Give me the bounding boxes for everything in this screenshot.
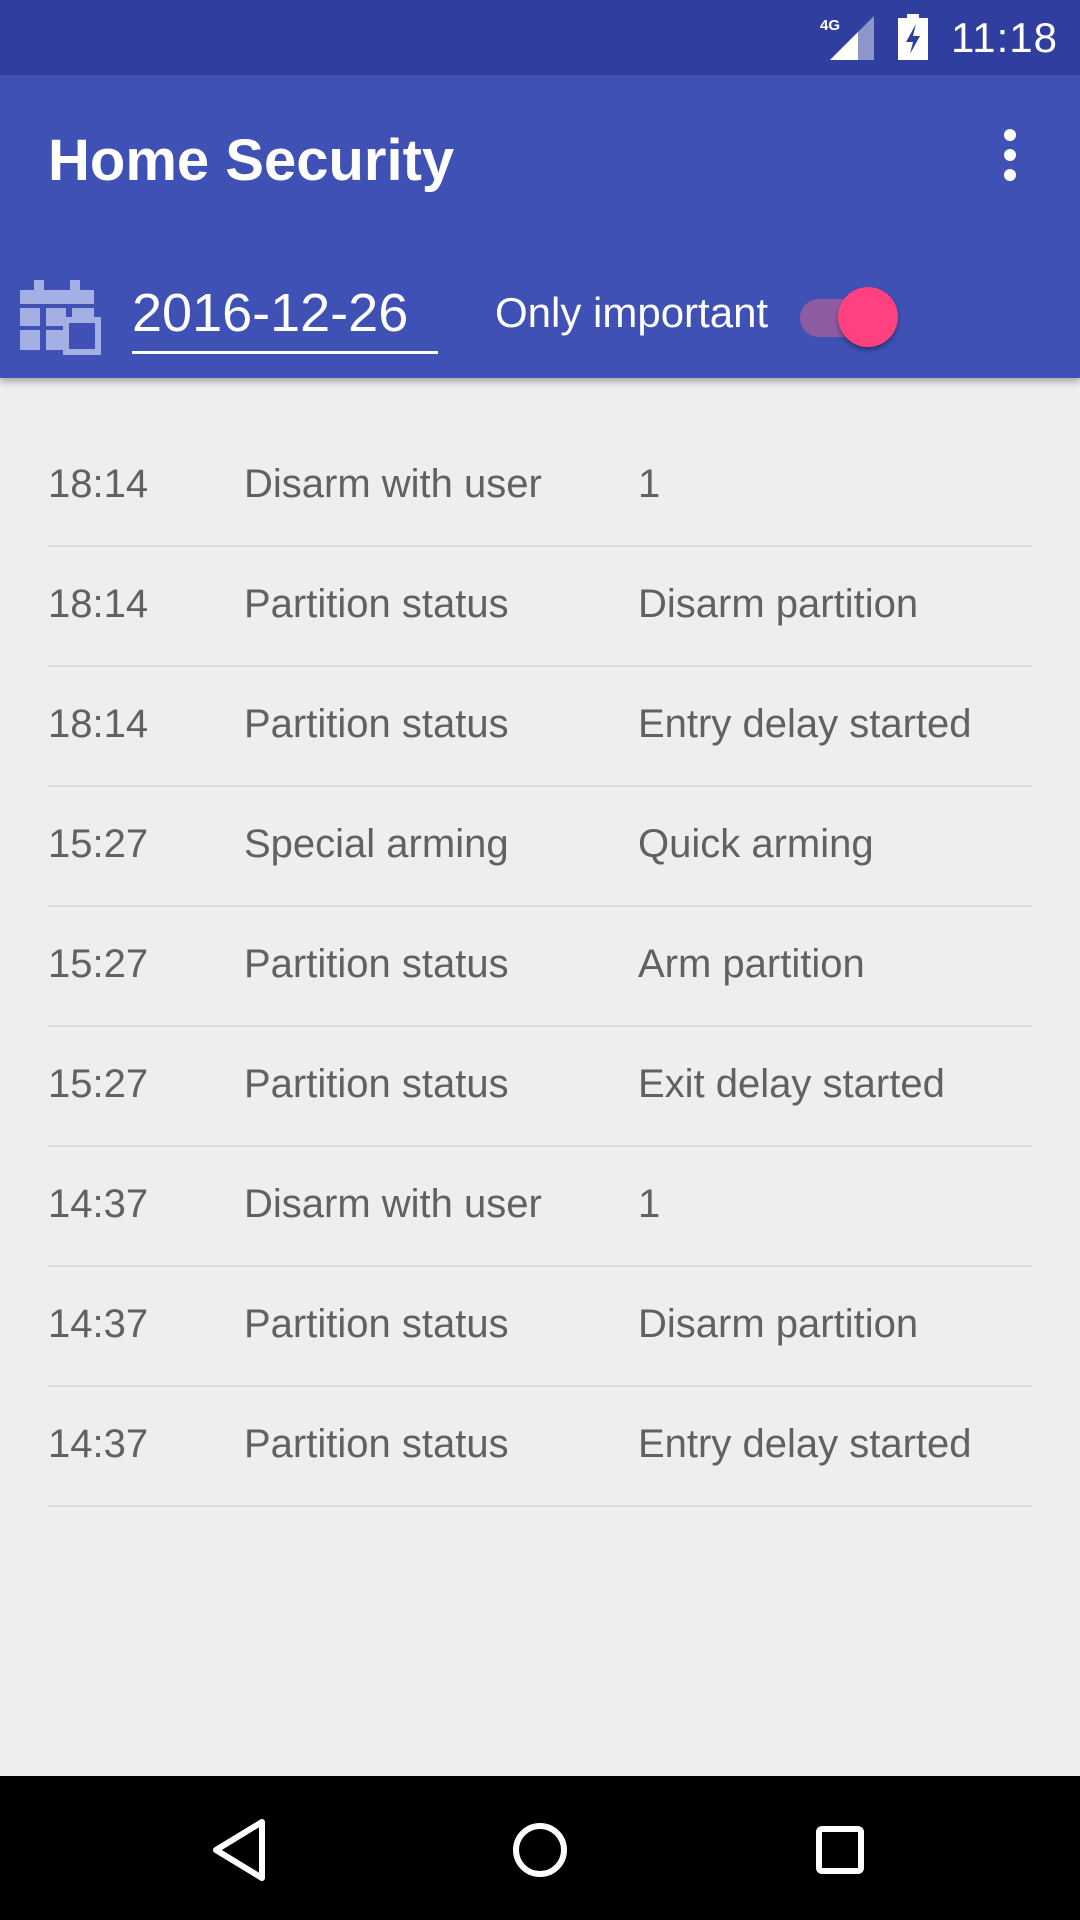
battery-charging-icon xyxy=(898,14,928,60)
event-time: 14:37 xyxy=(48,1422,149,1466)
event-time: 15:27 xyxy=(48,942,149,986)
event-time: 15:27 xyxy=(48,822,149,866)
event-row[interactable]: 14:37 Disarm with user 1 xyxy=(48,1147,1032,1267)
event-row[interactable]: 15:27 Partition status Arm partition xyxy=(48,907,1032,1027)
svg-text:4G: 4G xyxy=(820,17,840,34)
event-time: 14:37 xyxy=(48,1182,149,1226)
event-row[interactable]: 18:14 Disarm with user 1 xyxy=(48,427,1032,547)
event-detail: Exit delay started xyxy=(638,1062,945,1106)
event-detail: Quick arming xyxy=(638,822,874,866)
event-detail: Entry delay started xyxy=(638,702,972,746)
navigation-bar xyxy=(0,1776,1080,1920)
event-type: Partition status xyxy=(244,702,509,746)
event-type: Partition status xyxy=(244,942,509,986)
only-important-label: Only important xyxy=(495,289,769,336)
more-vert-icon[interactable] xyxy=(975,115,1045,195)
event-detail: Disarm partition xyxy=(638,1302,919,1346)
home-circle-icon[interactable] xyxy=(500,1810,580,1890)
event-type: Partition status xyxy=(244,1302,509,1346)
event-row[interactable]: 15:27 Special arming Quick arming xyxy=(48,787,1032,907)
event-time: 18:14 xyxy=(48,582,149,626)
event-detail: Disarm partition xyxy=(638,582,919,626)
event-detail: 1 xyxy=(638,462,661,506)
event-row[interactable]: 14:37 Partition status Entry delay start… xyxy=(48,1387,1032,1507)
event-row[interactable]: 18:14 Partition status Entry delay start… xyxy=(48,667,1032,787)
event-list: 18:14 Disarm with user 1 18:14 Partition… xyxy=(48,427,1032,1507)
event-time: 15:27 xyxy=(48,1062,149,1106)
status-clock: 11:18 xyxy=(951,14,1058,61)
event-row[interactable]: 14:37 Partition status Disarm partition xyxy=(48,1267,1032,1387)
event-type: Partition status xyxy=(244,1422,509,1466)
event-detail: Arm partition xyxy=(638,942,865,986)
event-detail: 1 xyxy=(638,1182,661,1226)
back-triangle-icon[interactable] xyxy=(200,1810,280,1890)
event-row[interactable]: 18:14 Partition status Disarm partition xyxy=(48,547,1032,667)
event-type: Disarm with user xyxy=(244,462,542,506)
app-bar: Home Security 2016-12-26 Only important xyxy=(0,75,1080,378)
app-title: Home Security xyxy=(48,128,455,193)
event-type: Partition status xyxy=(244,1062,509,1106)
recents-square-icon[interactable] xyxy=(800,1810,880,1890)
event-row[interactable]: 15:27 Partition status Exit delay starte… xyxy=(48,1027,1032,1147)
signal-4g-icon: 4G xyxy=(820,16,874,60)
date-field[interactable]: 2016-12-26 xyxy=(132,275,438,354)
calendar-icon[interactable] xyxy=(20,280,102,358)
event-time: 18:14 xyxy=(48,702,149,746)
only-important-toggle[interactable] xyxy=(796,282,904,352)
event-type: Disarm with user xyxy=(244,1182,542,1226)
event-type: Partition status xyxy=(244,582,509,626)
event-type: Special arming xyxy=(244,822,509,866)
event-time: 18:14 xyxy=(48,462,149,506)
event-detail: Entry delay started xyxy=(638,1422,972,1466)
status-bar: 4G 11:18 xyxy=(0,0,1080,75)
event-time: 14:37 xyxy=(48,1302,149,1346)
